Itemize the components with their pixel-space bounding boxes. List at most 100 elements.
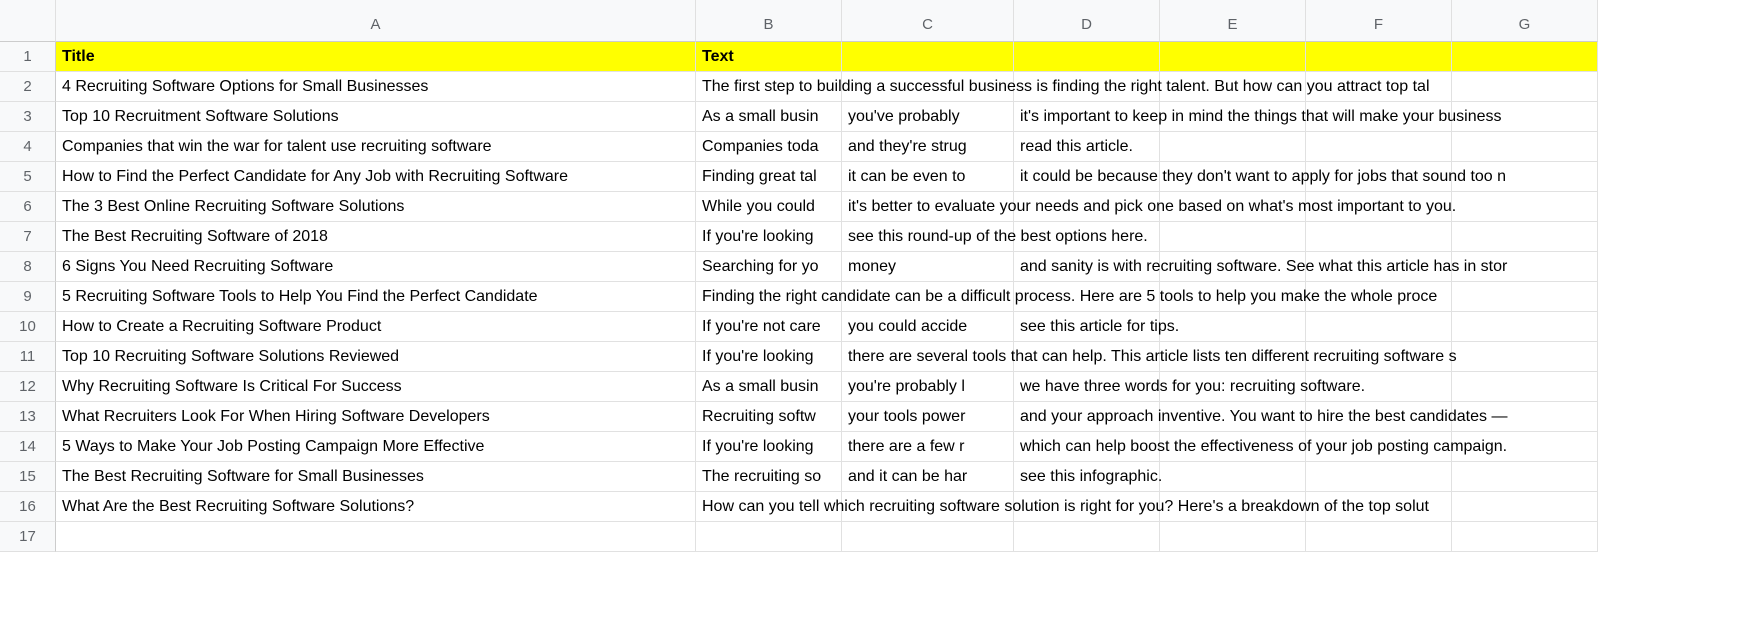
column-header-D[interactable]: D	[1014, 8, 1160, 42]
select-all-corner[interactable]	[0, 8, 56, 42]
cell-A7[interactable]: The Best Recruiting Software of 2018	[56, 222, 696, 252]
cell-B16[interactable]: How can you tell which recruiting softwa…	[696, 492, 842, 522]
cell-C10[interactable]: you could accide	[842, 312, 1014, 342]
row-header-13[interactable]: 13	[0, 402, 56, 432]
row-header-6[interactable]: 6	[0, 192, 56, 222]
cell-B9[interactable]: Finding the right candidate can be a dif…	[696, 282, 842, 312]
cell-D4[interactable]: read this article.	[1014, 132, 1160, 162]
cell-A5[interactable]: How to Find the Perfect Candidate for An…	[56, 162, 696, 192]
cell-A13[interactable]: What Recruiters Look For When Hiring Sof…	[56, 402, 696, 432]
cell-G4[interactable]	[1452, 132, 1598, 162]
cell-A15[interactable]: The Best Recruiting Software for Small B…	[56, 462, 696, 492]
cell-D12[interactable]: we have three words for you: recruiting …	[1014, 372, 1160, 402]
row-header-4[interactable]: 4	[0, 132, 56, 162]
cell-D14[interactable]: which can help boost the effectiveness o…	[1014, 432, 1160, 462]
cell-D5[interactable]: it could be because they don't want to a…	[1014, 162, 1160, 192]
cell-B4[interactable]: Companies toda	[696, 132, 842, 162]
cell-C5[interactable]: it can be even to	[842, 162, 1014, 192]
row-header-9[interactable]: 9	[0, 282, 56, 312]
cell-A1[interactable]: Title	[56, 42, 696, 72]
cell-B8[interactable]: Searching for yo	[696, 252, 842, 282]
cell-G6[interactable]	[1452, 192, 1598, 222]
cell-A8[interactable]: 6 Signs You Need Recruiting Software	[56, 252, 696, 282]
column-header-B[interactable]: B	[696, 8, 842, 42]
cell-A10[interactable]: How to Create a Recruiting Software Prod…	[56, 312, 696, 342]
column-header-E[interactable]: E	[1160, 8, 1306, 42]
row-header-2[interactable]: 2	[0, 72, 56, 102]
column-header-F[interactable]: F	[1306, 8, 1452, 42]
cell-B11[interactable]: If you're looking	[696, 342, 842, 372]
cell-B3[interactable]: As a small busin	[696, 102, 842, 132]
row-header-8[interactable]: 8	[0, 252, 56, 282]
cell-A2[interactable]: 4 Recruiting Software Options for Small …	[56, 72, 696, 102]
cell-F15[interactable]	[1306, 462, 1452, 492]
cell-A12[interactable]: Why Recruiting Software Is Critical For …	[56, 372, 696, 402]
row-header-12[interactable]: 12	[0, 372, 56, 402]
cell-C11[interactable]: there are several tools that can help. T…	[842, 342, 1014, 372]
cell-A3[interactable]: Top 10 Recruitment Software Solutions	[56, 102, 696, 132]
row-header-17[interactable]: 17	[0, 522, 56, 552]
cell-B13[interactable]: Recruiting softw	[696, 402, 842, 432]
cell-D17[interactable]	[1014, 522, 1160, 552]
column-header-G[interactable]: G	[1452, 8, 1598, 42]
cell-G12[interactable]	[1452, 372, 1598, 402]
cell-A14[interactable]: 5 Ways to Make Your Job Posting Campaign…	[56, 432, 696, 462]
cell-B5[interactable]: Finding great tal	[696, 162, 842, 192]
row-header-16[interactable]: 16	[0, 492, 56, 522]
cell-G17[interactable]	[1452, 522, 1598, 552]
cell-C15[interactable]: and it can be har	[842, 462, 1014, 492]
cell-E10[interactable]	[1160, 312, 1306, 342]
cell-E17[interactable]	[1160, 522, 1306, 552]
cell-C12[interactable]: you're probably l	[842, 372, 1014, 402]
cell-B2[interactable]: The first step to building a successful …	[696, 72, 842, 102]
cell-C3[interactable]: you've probably	[842, 102, 1014, 132]
cell-G10[interactable]	[1452, 312, 1598, 342]
cell-C7[interactable]: see this round-up of the best options he…	[842, 222, 1014, 252]
cell-B12[interactable]: As a small busin	[696, 372, 842, 402]
cell-A11[interactable]: Top 10 Recruiting Software Solutions Rev…	[56, 342, 696, 372]
cell-D13[interactable]: and your approach inventive. You want to…	[1014, 402, 1160, 432]
cell-G15[interactable]	[1452, 462, 1598, 492]
cell-F10[interactable]	[1306, 312, 1452, 342]
cell-D8[interactable]: and sanity is with recruiting software. …	[1014, 252, 1160, 282]
spreadsheet-grid[interactable]: ABCDEFG1TitleText24 Recruiting Software …	[0, 8, 1756, 552]
cell-F1[interactable]	[1306, 42, 1452, 72]
cell-B7[interactable]: If you're looking	[696, 222, 842, 252]
cell-C14[interactable]: there are a few r	[842, 432, 1014, 462]
cell-D15[interactable]: see this infographic.	[1014, 462, 1160, 492]
row-header-3[interactable]: 3	[0, 102, 56, 132]
row-header-14[interactable]: 14	[0, 432, 56, 462]
cell-B6[interactable]: While you could	[696, 192, 842, 222]
row-header-5[interactable]: 5	[0, 162, 56, 192]
cell-A6[interactable]: The 3 Best Online Recruiting Software So…	[56, 192, 696, 222]
cell-E1[interactable]	[1160, 42, 1306, 72]
cell-C6[interactable]: it's better to evaluate your needs and p…	[842, 192, 1014, 222]
row-header-1[interactable]: 1	[0, 42, 56, 72]
cell-D3[interactable]: it's important to keep in mind the thing…	[1014, 102, 1160, 132]
cell-G9[interactable]	[1452, 282, 1598, 312]
cell-G1[interactable]	[1452, 42, 1598, 72]
row-header-15[interactable]: 15	[0, 462, 56, 492]
row-header-10[interactable]: 10	[0, 312, 56, 342]
cell-G16[interactable]	[1452, 492, 1598, 522]
cell-E15[interactable]	[1160, 462, 1306, 492]
cell-G7[interactable]	[1452, 222, 1598, 252]
cell-A17[interactable]	[56, 522, 696, 552]
cell-G2[interactable]	[1452, 72, 1598, 102]
cell-C4[interactable]: and they're strug	[842, 132, 1014, 162]
cell-C1[interactable]	[842, 42, 1014, 72]
cell-B14[interactable]: If you're looking	[696, 432, 842, 462]
cell-C17[interactable]	[842, 522, 1014, 552]
cell-C13[interactable]: your tools power	[842, 402, 1014, 432]
cell-B1[interactable]: Text	[696, 42, 842, 72]
cell-G11[interactable]	[1452, 342, 1598, 372]
cell-E4[interactable]	[1160, 132, 1306, 162]
row-header-7[interactable]: 7	[0, 222, 56, 252]
cell-B17[interactable]	[696, 522, 842, 552]
cell-D10[interactable]: see this article for tips.	[1014, 312, 1160, 342]
cell-F4[interactable]	[1306, 132, 1452, 162]
cell-C8[interactable]: money	[842, 252, 1014, 282]
cell-A4[interactable]: Companies that win the war for talent us…	[56, 132, 696, 162]
cell-F7[interactable]	[1306, 222, 1452, 252]
cell-A16[interactable]: What Are the Best Recruiting Software So…	[56, 492, 696, 522]
